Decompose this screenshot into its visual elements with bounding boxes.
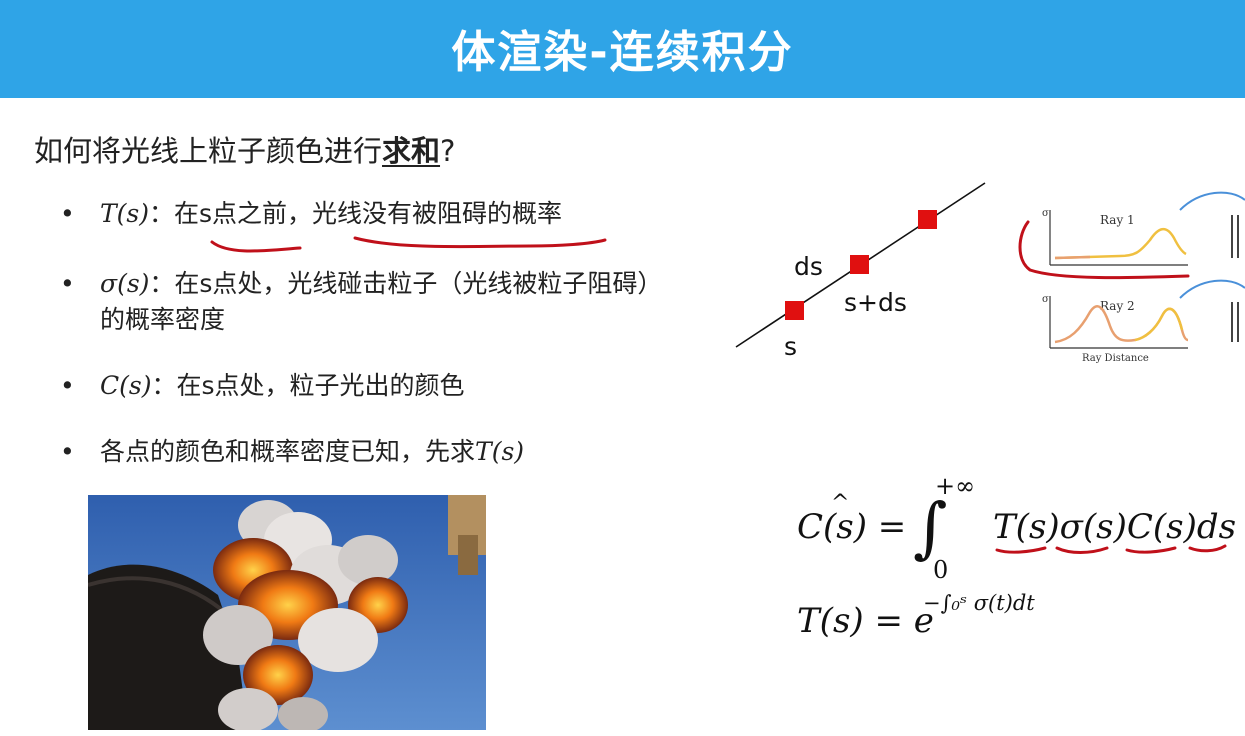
ray1-arc [1179, 191, 1245, 211]
label-s: s [784, 332, 797, 361]
ray-diagram: ds s+ds s [735, 182, 986, 361]
integral-sign: ∫ [913, 489, 947, 566]
rendering-integral-formula: C(s) = ^ ∫ +∞ 0 T(s)σ(s)C(s)ds [797, 472, 1236, 584]
label-s-plus-ds: s+ds [844, 288, 907, 317]
label-ds: ds [794, 252, 823, 281]
sample-point-far [918, 210, 937, 229]
density-plots: σ Ray 1 σ Ray 2 Ray Distance [1018, 191, 1245, 364]
ray1-plot: σ Ray 1 [1042, 191, 1245, 266]
ray1-y-label: σ [1042, 208, 1049, 219]
transmittance-formula: T(s) = e −∫₀ˢ σ(t)dt [797, 591, 1035, 641]
explosion-image [88, 495, 486, 730]
ray1-curve-start [1054, 255, 1091, 260]
ray1-curve [1054, 228, 1187, 260]
integrand: T(s)σ(s)C(s)ds [993, 507, 1236, 547]
underline-annotation [1125, 546, 1177, 554]
ray2-arc [1179, 279, 1245, 299]
x-axis-label: Ray Distance [1082, 353, 1149, 364]
integral-upper-limit: +∞ [935, 472, 975, 500]
ray2-y-label: σ [1042, 294, 1049, 305]
transmittance-exponent: −∫₀ˢ σ(t)dt [923, 591, 1035, 615]
underline-annotation [210, 240, 302, 253]
hat-mark: ^ [831, 491, 849, 516]
sample-point-s [785, 301, 804, 320]
transmittance-lhs: T(s) = e [797, 601, 934, 641]
underline-annotation [995, 546, 1047, 554]
ray2-plot: σ Ray 2 Ray Distance [1042, 279, 1245, 364]
sample-point-ds [850, 255, 869, 274]
integral-lower-limit: 0 [933, 556, 948, 584]
underline-annotation [353, 236, 607, 249]
formula-lhs: C(s) = [797, 507, 906, 547]
ray1-title: Ray 1 [1100, 213, 1135, 227]
underline-annotation [1055, 546, 1109, 554]
ray2-title: Ray 2 [1100, 299, 1135, 313]
